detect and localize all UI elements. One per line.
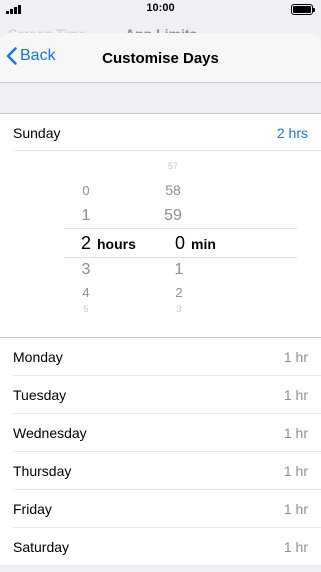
day-row-friday[interactable]: Friday 1 hr bbox=[0, 490, 321, 528]
day-limit-value: 1 hr bbox=[283, 463, 308, 479]
hours-option: 5 bbox=[83, 304, 89, 314]
day-limit-value: 1 hr bbox=[283, 387, 308, 403]
day-label: Friday bbox=[13, 501, 52, 517]
day-limit-value: 1 hr bbox=[283, 425, 308, 441]
hours-unit-label: hours bbox=[97, 236, 136, 252]
day-limit-value: 1 hr bbox=[283, 501, 308, 517]
battery-icon bbox=[291, 4, 315, 15]
hours-option: 4 bbox=[82, 285, 90, 300]
minutes-option: 58 bbox=[165, 182, 181, 198]
day-row-wednesday[interactable]: Wednesday 1 hr bbox=[0, 414, 321, 452]
day-limit-value: 1 hr bbox=[283, 349, 308, 365]
page-title: Customise Days bbox=[102, 50, 219, 67]
divider bbox=[0, 565, 321, 566]
day-limit-value: 1 hr bbox=[283, 539, 308, 555]
minutes-unit-label: min bbox=[191, 236, 216, 252]
nav-bar: Back Customise Days bbox=[0, 33, 321, 83]
minutes-option: 1 bbox=[174, 261, 184, 278]
time-picker[interactable]: 0 1 2 hours 3 4 5 57 58 59 0 min 1 2 3 bbox=[0, 151, 321, 337]
day-label: Sunday bbox=[13, 124, 61, 141]
status-bar: 10:00 bbox=[0, 0, 321, 20]
hours-option: 1 bbox=[81, 207, 91, 224]
customise-days-sheet: Back Customise Days Sunday 2 hrs 0 1 2 h… bbox=[0, 33, 321, 572]
day-label: Monday bbox=[13, 349, 63, 365]
day-row-tuesday[interactable]: Tuesday 1 hr bbox=[0, 376, 321, 414]
hours-option: 0 bbox=[82, 183, 90, 198]
minutes-option: 59 bbox=[164, 207, 182, 224]
minutes-option: 2 bbox=[175, 285, 183, 300]
day-row-thursday[interactable]: Thursday 1 hr bbox=[0, 452, 321, 490]
hours-option: 3 bbox=[81, 261, 91, 278]
day-row-saturday[interactable]: Saturday 1 hr bbox=[0, 528, 321, 566]
day-label: Saturday bbox=[13, 539, 70, 555]
day-limit-value: 2 hrs bbox=[276, 124, 308, 141]
day-label: Tuesday bbox=[13, 387, 67, 403]
days-list: Monday 1 hr Tuesday 1 hr Wednesday 1 hr … bbox=[0, 337, 321, 566]
day-label: Thursday bbox=[13, 463, 72, 479]
day-row-monday[interactable]: Monday 1 hr bbox=[0, 338, 321, 376]
minutes-option: 57 bbox=[167, 161, 178, 171]
status-time: 10:00 bbox=[146, 2, 175, 14]
day-label: Wednesday bbox=[13, 425, 87, 441]
day-row-sunday[interactable]: Sunday 2 hrs bbox=[0, 113, 321, 151]
minutes-option: 3 bbox=[176, 304, 182, 314]
